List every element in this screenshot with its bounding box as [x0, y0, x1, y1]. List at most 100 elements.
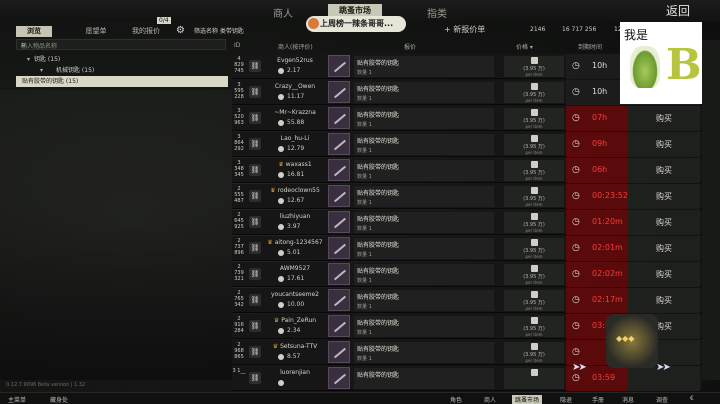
trader-name[interactable]: luorenjian — [264, 369, 326, 376]
buy-button[interactable]: 购买 — [628, 288, 700, 313]
trader-cell[interactable]: ♛ waxass1 16.81 — [264, 158, 326, 183]
col-trader[interactable]: 商人(按评价) — [278, 42, 313, 51]
trader-name[interactable]: liuzhiyuan — [264, 213, 326, 220]
table-row[interactable]: 2 645 925 ⛓ liuzhiyuan 3.97 贴有胶带的钥匙 数量 1… — [232, 210, 702, 235]
col-expire[interactable]: 到期时间 — [578, 42, 602, 51]
table-row[interactable]: 3 864 292 ⛓ Lao_hu-Li 12.79 贴有胶带的钥匙 数量 1… — [232, 132, 702, 157]
item-image[interactable] — [328, 185, 350, 207]
trader-cell[interactable]: Crazy__Owen 11.17 — [264, 80, 326, 105]
hideout-button[interactable]: 藏身处 — [50, 395, 68, 404]
trader-cell[interactable]: youcantseeme2 10.00 — [264, 288, 326, 313]
item-image[interactable] — [328, 107, 350, 129]
link-icon[interactable]: ⛓ — [249, 268, 261, 280]
item-image[interactable] — [328, 263, 350, 285]
messages-button[interactable]: 消息 — [622, 395, 634, 404]
buy-button[interactable]: 购买 — [628, 236, 700, 261]
item-image[interactable] — [328, 315, 350, 337]
table-row[interactable]: 2 765 342 ⛓ youcantseeme2 10.00 贴有胶带的钥匙 … — [232, 288, 702, 313]
link-icon[interactable]: ⛓ — [249, 164, 261, 176]
link-icon[interactable]: ⛓ — [249, 320, 261, 332]
buy-button[interactable]: 购买 — [628, 158, 700, 183]
buy-button[interactable]: 购买 — [628, 106, 700, 131]
col-id[interactable]: ID — [234, 42, 240, 49]
table-row[interactable]: 3 348 345 ⛓ ♛ waxass1 16.81 贴有胶带的钥匙 数量 1 … — [232, 158, 702, 183]
link-icon[interactable]: ⛓ — [249, 86, 261, 98]
gear-icon[interactable]: ⚙ — [176, 25, 185, 36]
table-row[interactable]: 2 555 487 ⛓ ♛ rodeoclown55 12.67 贴有胶带的钥匙 … — [232, 184, 702, 209]
trader-name[interactable]: ~Mr~Krazzna — [264, 109, 326, 116]
item-image[interactable] — [328, 55, 350, 77]
retreat-button[interactable]: 隐退 — [560, 395, 572, 404]
link-icon[interactable]: ⛓ — [249, 216, 261, 228]
buy-button[interactable]: 购买 — [628, 132, 700, 157]
search-icon[interactable]: ⌕ — [21, 40, 222, 50]
tab-browse[interactable]: 浏览 — [16, 26, 52, 37]
handbook-button[interactable]: 手册 — [592, 395, 604, 404]
tab-handbook[interactable]: 指类 — [427, 5, 447, 20]
link-icon[interactable]: ⛓ — [249, 112, 261, 124]
link-icon[interactable]: ⛓ — [249, 138, 261, 150]
back-button[interactable]: 返回 — [666, 2, 690, 19]
item-name: 贴有胶带的钥匙 — [357, 60, 400, 67]
item-image[interactable] — [328, 289, 350, 311]
trader-cell[interactable]: AWM9527 17.61 — [264, 262, 326, 287]
buy-button[interactable]: 购买 — [628, 210, 700, 235]
trader-cell[interactable]: ~Mr~Krazzna 55.88 — [264, 106, 326, 131]
trader-name[interactable]: Crazy__Owen — [264, 83, 326, 90]
trader-name[interactable]: AWM9527 — [264, 265, 326, 272]
item-image[interactable] — [328, 211, 350, 233]
trader-cell[interactable]: ♛ Pain_ZeRun 2.34 — [264, 314, 326, 339]
trader-cell[interactable]: Evgen52rus 2.17 — [264, 54, 326, 79]
flea-market-button[interactable]: 跳蚤市场 — [512, 395, 543, 404]
link-icon[interactable]: ⛓ — [249, 242, 261, 254]
trader-name[interactable]: ♛ waxass1 — [264, 161, 326, 168]
tree-item-mechanical-keys[interactable]: ▾ 机械钥匙 (15) — [16, 65, 228, 76]
trader-name[interactable]: Evgen52rus — [264, 57, 326, 64]
trader-cell[interactable]: liuzhiyuan 3.97 — [264, 210, 326, 235]
item-image[interactable] — [328, 133, 350, 155]
trader-name[interactable]: Lao_hu-Li — [264, 135, 326, 142]
item-image[interactable] — [328, 341, 350, 363]
trader-cell[interactable]: luorenjian — [264, 366, 326, 391]
trader-cell[interactable]: ♛ rodeoclown55 12.67 — [264, 184, 326, 209]
trader-name[interactable]: ♛ aitong-1234567 — [264, 239, 326, 246]
trader-name[interactable]: ♛ Pain_ZeRun — [264, 317, 326, 324]
trader-cell[interactable]: ♛ Setsuna-TTV 8.57 — [264, 340, 326, 365]
survey-button[interactable]: 调查 — [656, 395, 668, 404]
link-icon[interactable]: ⛓ — [249, 346, 261, 358]
tab-wishlist[interactable]: 愿望单 — [78, 26, 114, 37]
trader-cell[interactable]: ♛ aitong-1234567 5.01 — [264, 236, 326, 261]
tab-traders[interactable]: 商人 — [273, 5, 293, 20]
currency-button[interactable]: € — [690, 395, 694, 402]
main-menu-button[interactable]: 主菜单 — [8, 395, 26, 404]
buy-button[interactable]: 购买 — [628, 184, 700, 209]
trader-cell[interactable]: Lao_hu-Li 12.79 — [264, 132, 326, 157]
table-row[interactable]: 3 1__ ⛓ luorenjian 贴有胶带的钥匙 ◷ 03:59 — [232, 366, 702, 391]
trader-name[interactable]: ♛ Setsuna-TTV — [264, 343, 326, 350]
trader-name[interactable]: youcantseeme2 — [264, 291, 326, 298]
table-row[interactable]: 2 737 896 ⛓ ♛ aitong-1234567 5.01 贴有胶带的钥匙… — [232, 236, 702, 261]
item-image[interactable] — [328, 237, 350, 259]
link-icon[interactable]: ⛓ — [249, 60, 261, 72]
search-input[interactable]: 输入物品名称 ⌕ — [16, 39, 226, 50]
item-image[interactable] — [328, 81, 350, 103]
col-price[interactable]: 价格 ▾ — [516, 42, 533, 51]
filter-label[interactable]: 筛选名称 类带钥匙 — [194, 26, 244, 35]
traders-button[interactable]: 商人 — [484, 395, 496, 404]
link-icon[interactable]: ⛓ — [249, 372, 261, 384]
link-icon[interactable]: ⛓ — [249, 190, 261, 202]
tree-item-keys[interactable]: ▾ 钥匙 (15) — [16, 54, 228, 65]
tree-item-taped-key[interactable]: 贴有胶带的钥匙 (15) — [16, 76, 228, 87]
character-button[interactable]: 角色 — [450, 395, 462, 404]
table-row[interactable]: 3 520 963 ⛓ ~Mr~Krazzna 55.88 贴有胶带的钥匙 数量… — [232, 106, 702, 131]
tab-my-offers[interactable]: 我的报价 — [128, 26, 164, 37]
item-image[interactable] — [328, 159, 350, 181]
item-image[interactable] — [328, 367, 350, 389]
scrollbar-track[interactable] — [702, 40, 720, 380]
buy-button[interactable]: 购买 — [628, 262, 700, 287]
notification-bubble[interactable]: 上周榜一辣条哥哥... — [306, 16, 406, 32]
trader-name[interactable]: ♛ rodeoclown55 — [264, 187, 326, 194]
table-row[interactable]: 2 739 321 ⛓ AWM9527 17.61 贴有胶带的钥匙 数量 1 (… — [232, 262, 702, 287]
link-icon[interactable]: ⛓ — [249, 294, 261, 306]
new-offer-button[interactable]: + 新报价单 — [444, 24, 485, 35]
